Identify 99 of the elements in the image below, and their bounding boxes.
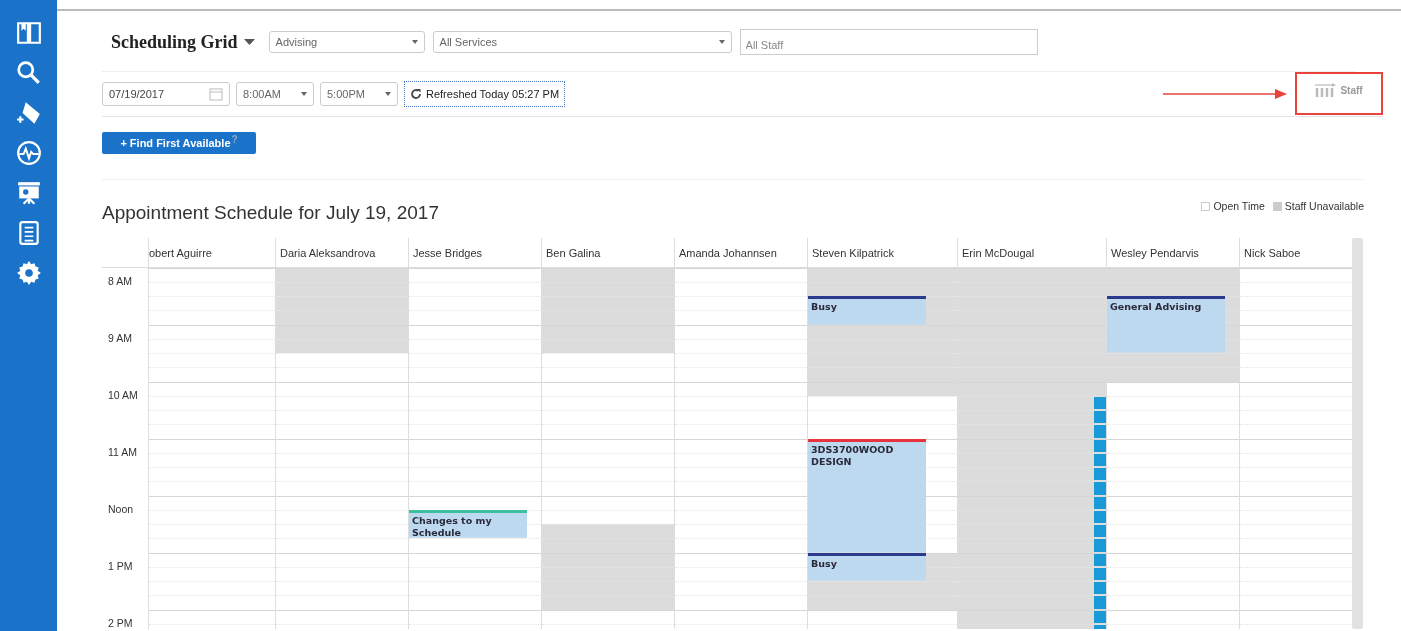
unavailable-slot[interactable]	[1107, 282, 1239, 296]
end-time-dropdown[interactable]: 5:00PM	[320, 82, 398, 106]
unavailable-slot[interactable]	[958, 510, 1106, 524]
caret-icon	[718, 40, 725, 44]
appointment-block[interactable]: 3DS3700WOOD DESIGN	[808, 439, 926, 553]
unavailable-slot[interactable]	[276, 339, 408, 353]
unavailable-slot[interactable]	[926, 553, 957, 567]
refresh-icon	[410, 88, 422, 100]
unavailable-slot[interactable]	[808, 382, 957, 396]
unavailable-slot[interactable]	[542, 339, 674, 353]
unavailable-slot[interactable]	[1225, 339, 1239, 353]
unavailable-slot[interactable]	[808, 595, 957, 610]
date-field[interactable]: 07/19/2017	[102, 82, 230, 106]
unavailable-slot[interactable]	[926, 310, 957, 325]
search-icon[interactable]	[15, 60, 42, 86]
unavailable-slot[interactable]	[926, 567, 957, 581]
unavailable-slot[interactable]	[542, 595, 674, 610]
unavailable-slot[interactable]	[958, 467, 1106, 481]
appointment-block[interactable]: Busy	[808, 553, 926, 581]
unavailable-slot[interactable]	[958, 310, 1106, 325]
unavailable-slot[interactable]	[926, 296, 957, 310]
unavailable-slot[interactable]	[958, 524, 1106, 538]
pulse-icon[interactable]	[15, 140, 42, 166]
view-menu[interactable]: Scheduling Grid	[111, 31, 255, 53]
unavailable-slot[interactable]	[808, 367, 957, 382]
unavailable-slot[interactable]	[542, 325, 674, 339]
hour-label: 10 AM	[108, 389, 138, 401]
unavailable-slot[interactable]	[542, 282, 674, 296]
unavailable-slot[interactable]	[958, 424, 1106, 439]
unavailable-slot[interactable]	[542, 538, 674, 553]
unavailable-slot[interactable]	[276, 296, 408, 310]
unavailable-slot[interactable]	[542, 310, 674, 325]
appointment-block[interactable]: General Advising	[1107, 296, 1225, 353]
presentation-icon[interactable]	[15, 180, 42, 206]
unavailable-slot[interactable]	[276, 310, 408, 325]
find-first-available-button[interactable]: + Find First Available?	[102, 132, 256, 154]
appointment-block[interactable]: Changes to my Schedule	[409, 510, 527, 538]
unavailable-slot[interactable]	[958, 567, 1106, 581]
unavailable-slot[interactable]	[276, 325, 408, 339]
calendar-icon[interactable]	[209, 87, 223, 101]
unavailable-slot[interactable]	[808, 581, 957, 595]
unavailable-slot[interactable]	[1107, 367, 1239, 382]
unavailable-slot[interactable]	[1107, 353, 1239, 367]
hour-label: 2 PM	[108, 617, 133, 629]
unavailable-slot[interactable]	[808, 353, 957, 367]
unavailable-slot[interactable]	[958, 410, 1106, 424]
unavailable-slot[interactable]	[958, 396, 1106, 410]
hour-label: 1 PM	[108, 560, 133, 572]
unavailable-slot[interactable]	[958, 325, 1106, 339]
unavailable-slot[interactable]	[542, 553, 674, 567]
scrollbar[interactable]	[1352, 238, 1363, 629]
unavailable-slot[interactable]	[276, 268, 408, 282]
columns-icon	[1315, 83, 1338, 97]
hour-label: 8 AM	[108, 275, 132, 287]
unavailable-slot[interactable]	[1225, 325, 1239, 339]
dropdown[interactable]: Advising	[268, 31, 425, 53]
unavailable-slot[interactable]	[808, 339, 957, 353]
schedule-title: Appointment Schedule for July 19, 2017	[102, 202, 439, 224]
unavailable-slot[interactable]	[958, 439, 1106, 453]
unavailable-slot[interactable]	[958, 595, 1106, 610]
caret-icon	[411, 40, 418, 44]
hour-label: 9 AM	[108, 332, 132, 344]
unavailable-slot[interactable]	[542, 296, 674, 310]
caret-icon	[385, 92, 391, 96]
unavailable-slot[interactable]	[958, 581, 1106, 595]
unavailable-slot[interactable]	[1225, 296, 1239, 310]
start-time-dropdown[interactable]: 8:00AM	[236, 82, 314, 106]
unavailable-slot[interactable]	[958, 339, 1106, 353]
caret-icon	[243, 39, 255, 45]
unavailable-slot[interactable]	[542, 524, 674, 538]
hour-label: 11 AM	[108, 446, 137, 458]
unavailable-slot[interactable]	[542, 567, 674, 581]
appointment-block[interactable]: Busy	[808, 296, 926, 325]
unavailable-slot[interactable]	[1225, 310, 1239, 325]
unavailable-slot[interactable]	[958, 610, 1106, 624]
legend-item: Open Time	[1201, 200, 1265, 212]
unavailable-slot[interactable]	[542, 268, 674, 282]
unavailable-slot[interactable]	[958, 296, 1106, 310]
unavailable-slot[interactable]	[808, 268, 957, 282]
unavailable-slot[interactable]	[808, 325, 957, 339]
tag-plus-icon[interactable]	[15, 100, 42, 126]
unavailable-slot[interactable]	[958, 453, 1106, 467]
hour-label: Noon	[108, 503, 134, 515]
unavailable-slot[interactable]	[958, 481, 1106, 496]
unavailable-slot[interactable]	[958, 496, 1106, 510]
unavailable-slot[interactable]	[958, 382, 1106, 396]
settings-icon[interactable]	[15, 260, 42, 286]
legend-item: Staff Unavailable	[1272, 200, 1364, 212]
unavailable-slot[interactable]	[276, 282, 408, 296]
staff-field[interactable]: All Staff	[739, 29, 1038, 55]
caret-icon	[301, 92, 307, 96]
unavailable-slot[interactable]	[808, 282, 957, 296]
unavailable-slot[interactable]	[1107, 268, 1239, 282]
unavailable-slot[interactable]	[542, 581, 674, 595]
unavailable-slot[interactable]	[958, 553, 1106, 567]
unavailable-slot[interactable]	[958, 538, 1106, 553]
book-icon[interactable]	[15, 20, 42, 46]
refresh-button[interactable]: Refreshed Today 05:27 PM	[404, 81, 566, 107]
dropdown[interactable]: All Services	[432, 31, 732, 53]
